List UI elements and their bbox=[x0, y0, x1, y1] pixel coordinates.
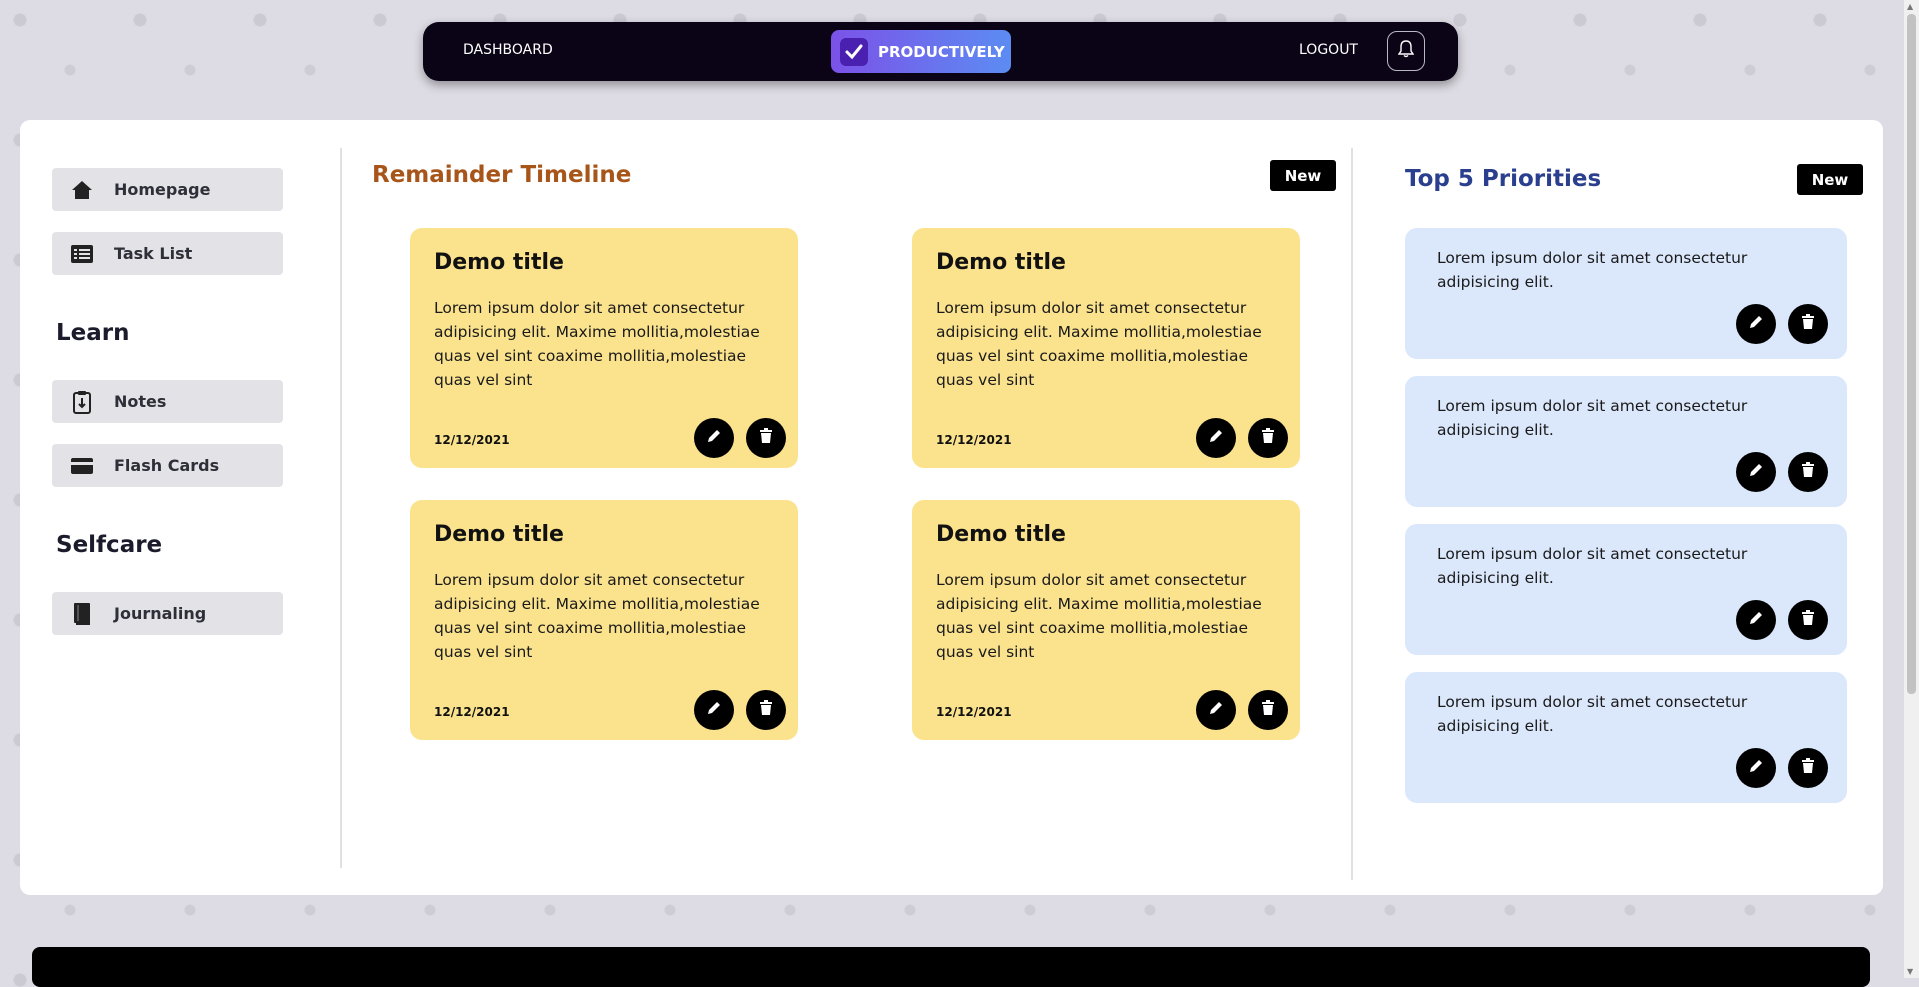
sidebar-divider bbox=[340, 148, 342, 868]
reminder-card: Demo title Lorem ipsum dolor sit amet co… bbox=[410, 228, 798, 468]
sidebar-item-journaling[interactable]: Journaling bbox=[52, 592, 283, 635]
delete-button[interactable] bbox=[1788, 452, 1828, 492]
reminder-body: Lorem ipsum dolor sit amet consectetur a… bbox=[936, 299, 1262, 389]
priority-text: Lorem ipsum dolor sit amet consectetur a… bbox=[1437, 249, 1748, 291]
sidebar-item-notes[interactable]: Notes bbox=[52, 380, 283, 423]
trash-icon bbox=[759, 428, 773, 448]
delete-button[interactable] bbox=[1248, 690, 1288, 730]
selfcare-heading: Selfcare bbox=[56, 532, 163, 558]
clipboard-icon bbox=[70, 390, 94, 414]
reminder-body: Lorem ipsum dolor sit amet consectetur a… bbox=[434, 571, 760, 661]
book-icon bbox=[70, 602, 94, 625]
dashboard-link[interactable]: DASHBOARD bbox=[463, 42, 553, 58]
sidebar-item-label: Notes bbox=[114, 392, 167, 411]
card-icon bbox=[70, 455, 94, 477]
sidebar-item-flash-cards[interactable]: Flash Cards bbox=[52, 444, 283, 487]
priority-card: Lorem ipsum dolor sit amet consectetur a… bbox=[1405, 672, 1847, 803]
top-navbar: DASHBOARD PRODUCTIVELY LOGOUT bbox=[423, 22, 1458, 81]
priority-card: Lorem ipsum dolor sit amet consectetur a… bbox=[1405, 376, 1847, 507]
timeline-title: Remainder Timeline bbox=[372, 162, 632, 188]
notification-button[interactable] bbox=[1387, 31, 1425, 71]
reminder-card: Demo title Lorem ipsum dolor sit amet co… bbox=[912, 500, 1300, 740]
trash-icon bbox=[1801, 610, 1815, 630]
reminder-body: Lorem ipsum dolor sit amet consectetur a… bbox=[936, 571, 1262, 661]
delete-button[interactable] bbox=[1248, 418, 1288, 458]
scrollbar-thumb[interactable] bbox=[1907, 14, 1916, 694]
reminder-card: Demo title Lorem ipsum dolor sit amet co… bbox=[410, 500, 798, 740]
reminder-body: Lorem ipsum dolor sit amet consectetur a… bbox=[434, 299, 760, 389]
reminder-date: 12/12/2021 bbox=[936, 705, 1012, 719]
sidebar-item-label: Flash Cards bbox=[114, 456, 220, 475]
edit-button[interactable] bbox=[1736, 452, 1776, 492]
brand-name: PRODUCTIVELY bbox=[878, 42, 1005, 61]
sidebar-item-label: Journaling bbox=[114, 604, 207, 623]
priority-text: Lorem ipsum dolor sit amet consectetur a… bbox=[1437, 545, 1748, 587]
sidebar-item-homepage[interactable]: Homepage bbox=[52, 168, 283, 211]
priority-text: Lorem ipsum dolor sit amet consectetur a… bbox=[1437, 693, 1748, 735]
trash-icon bbox=[1801, 462, 1815, 482]
trash-icon bbox=[1801, 758, 1815, 778]
sidebar-item-label: Homepage bbox=[114, 180, 211, 199]
priority-card: Lorem ipsum dolor sit amet consectetur a… bbox=[1405, 524, 1847, 655]
bell-icon bbox=[1397, 40, 1415, 62]
trash-icon bbox=[759, 700, 773, 720]
sidebar-item-label: Task List bbox=[114, 244, 193, 263]
sidebar-item-task-list[interactable]: Task List bbox=[52, 232, 283, 275]
edit-button[interactable] bbox=[1736, 748, 1776, 788]
reminder-title: Demo title bbox=[434, 250, 564, 275]
reminder-date: 12/12/2021 bbox=[936, 433, 1012, 447]
pencil-icon bbox=[1208, 700, 1224, 720]
reminder-title: Demo title bbox=[936, 522, 1066, 547]
priority-card: Lorem ipsum dolor sit amet consectetur a… bbox=[1405, 228, 1847, 359]
reminder-date: 12/12/2021 bbox=[434, 433, 510, 447]
trash-icon bbox=[1801, 314, 1815, 334]
edit-button[interactable] bbox=[1196, 690, 1236, 730]
delete-button[interactable] bbox=[746, 690, 786, 730]
footer-bar bbox=[32, 947, 1870, 987]
priorities-title: Top 5 Priorities bbox=[1405, 166, 1602, 192]
pencil-icon bbox=[1208, 428, 1224, 448]
edit-button[interactable] bbox=[1736, 600, 1776, 640]
main-panel: Homepage Task List Learn Notes Flash Car… bbox=[20, 120, 1883, 895]
edit-button[interactable] bbox=[1736, 304, 1776, 344]
home-icon bbox=[70, 179, 94, 201]
delete-button[interactable] bbox=[1788, 748, 1828, 788]
brand-logo-button[interactable]: PRODUCTIVELY bbox=[831, 30, 1011, 73]
trash-icon bbox=[1261, 700, 1275, 720]
learn-heading: Learn bbox=[56, 320, 130, 346]
scroll-down-arrow-icon[interactable]: ▼ bbox=[1907, 967, 1913, 976]
pencil-icon bbox=[706, 428, 722, 448]
pencil-icon bbox=[706, 700, 722, 720]
trash-icon bbox=[1261, 428, 1275, 448]
priority-text: Lorem ipsum dolor sit amet consectetur a… bbox=[1437, 397, 1748, 439]
page-scrollbar[interactable]: ▲ ▼ bbox=[1904, 0, 1919, 978]
reminder-card: Demo title Lorem ipsum dolor sit amet co… bbox=[912, 228, 1300, 468]
pencil-icon bbox=[1748, 758, 1764, 778]
checkmark-icon bbox=[840, 37, 868, 66]
delete-button[interactable] bbox=[1788, 600, 1828, 640]
list-icon bbox=[70, 243, 94, 265]
reminder-date: 12/12/2021 bbox=[434, 705, 510, 719]
edit-button[interactable] bbox=[694, 418, 734, 458]
delete-button[interactable] bbox=[746, 418, 786, 458]
priorities-divider bbox=[1351, 148, 1353, 880]
delete-button[interactable] bbox=[1788, 304, 1828, 344]
edit-button[interactable] bbox=[694, 690, 734, 730]
reminder-title: Demo title bbox=[434, 522, 564, 547]
pencil-icon bbox=[1748, 462, 1764, 482]
edit-button[interactable] bbox=[1196, 418, 1236, 458]
reminder-title: Demo title bbox=[936, 250, 1066, 275]
scroll-up-arrow-icon[interactable]: ▲ bbox=[1907, 2, 1913, 11]
new-priority-button[interactable]: New bbox=[1797, 164, 1863, 195]
logout-link[interactable]: LOGOUT bbox=[1299, 42, 1358, 58]
pencil-icon bbox=[1748, 610, 1764, 630]
new-reminder-button[interactable]: New bbox=[1270, 160, 1336, 191]
pencil-icon bbox=[1748, 314, 1764, 334]
